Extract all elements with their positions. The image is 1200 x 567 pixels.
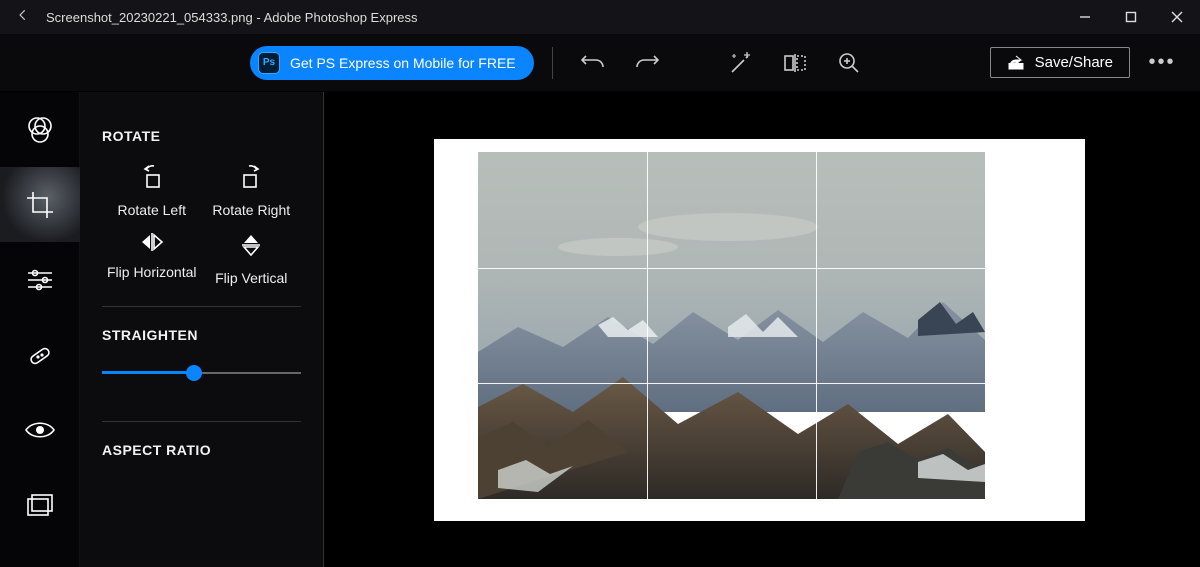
rotate-left-label: Rotate Left [118, 202, 187, 218]
rotate-left-icon [140, 164, 164, 190]
crop-handle-tr[interactable] [973, 139, 995, 161]
flip-vertical-icon [241, 232, 261, 258]
close-button[interactable] [1154, 0, 1200, 34]
crop-frame[interactable] [434, 139, 1085, 521]
share-icon [1007, 55, 1025, 71]
tool-adjust[interactable] [0, 92, 80, 167]
tool-crop[interactable] [0, 167, 80, 242]
venn-icon [24, 114, 56, 146]
flip-vertical-button[interactable]: Flip Vertical [202, 232, 302, 286]
grid-line [478, 383, 985, 384]
eye-icon [24, 419, 56, 441]
rotate-right-icon [239, 164, 263, 190]
tool-sliders[interactable] [0, 242, 80, 317]
separator [552, 47, 553, 79]
window-controls [1062, 0, 1200, 34]
crop-handle-bl[interactable] [465, 491, 487, 513]
save-share-label: Save/Share [1035, 54, 1113, 71]
maximize-button[interactable] [1108, 0, 1154, 34]
panel-divider [102, 421, 301, 422]
promo-label: Get PS Express on Mobile for FREE [290, 55, 516, 71]
grid-line [816, 152, 817, 499]
crop-panel: ROTATE Rotate Left Rotate Right Flip Hor… [80, 92, 324, 567]
save-share-button[interactable]: Save/Share [990, 47, 1130, 78]
flip-horizontal-button[interactable]: Flip Horizontal [102, 232, 202, 286]
titlebar: Screenshot_20230221_054333.png - Adobe P… [0, 0, 1200, 34]
flip-vertical-label: Flip Vertical [215, 270, 287, 286]
ps-icon: Ps [258, 52, 280, 74]
grid-line [647, 152, 648, 499]
crop-handle-br[interactable] [973, 491, 995, 513]
grid-line [478, 268, 985, 269]
auto-enhance-button[interactable] [719, 43, 763, 83]
aspect-ratio-section-title: ASPECT RATIO [102, 442, 301, 458]
minimize-button[interactable] [1062, 0, 1108, 34]
straighten-section-title: STRAIGHTEN [102, 327, 301, 343]
frames-icon [26, 493, 54, 517]
tool-heal[interactable] [0, 317, 80, 392]
appbar: Ps Get PS Express on Mobile for FREE Sav… [0, 34, 1200, 92]
zoom-button[interactable] [827, 43, 871, 83]
compare-button[interactable] [773, 43, 817, 83]
back-button[interactable] [6, 8, 40, 26]
crop-handle-tl[interactable] [465, 139, 487, 161]
photo-content [478, 152, 985, 499]
sliders-icon [25, 267, 55, 293]
rotate-left-button[interactable]: Rotate Left [102, 164, 202, 218]
tool-redeye[interactable] [0, 392, 80, 467]
flip-horizontal-label: Flip Horizontal [107, 264, 196, 280]
canvas-area[interactable] [324, 92, 1200, 567]
flip-horizontal-icon [139, 232, 165, 252]
more-button[interactable]: ••• [1140, 51, 1184, 74]
promo-pill[interactable]: Ps Get PS Express on Mobile for FREE [250, 46, 534, 80]
rotate-right-label: Rotate Right [212, 202, 290, 218]
undo-button[interactable] [571, 43, 615, 83]
tool-rail [0, 92, 80, 567]
straighten-slider[interactable] [102, 363, 301, 383]
crop-icon [25, 190, 55, 220]
tool-borders[interactable] [0, 467, 80, 542]
redo-button[interactable] [625, 43, 669, 83]
rotate-right-button[interactable]: Rotate Right [202, 164, 302, 218]
image-preview[interactable] [478, 152, 985, 499]
bandage-icon [25, 340, 55, 370]
rotate-section-title: ROTATE [102, 128, 301, 144]
panel-divider [102, 306, 301, 307]
window-title: Screenshot_20230221_054333.png - Adobe P… [40, 10, 418, 25]
